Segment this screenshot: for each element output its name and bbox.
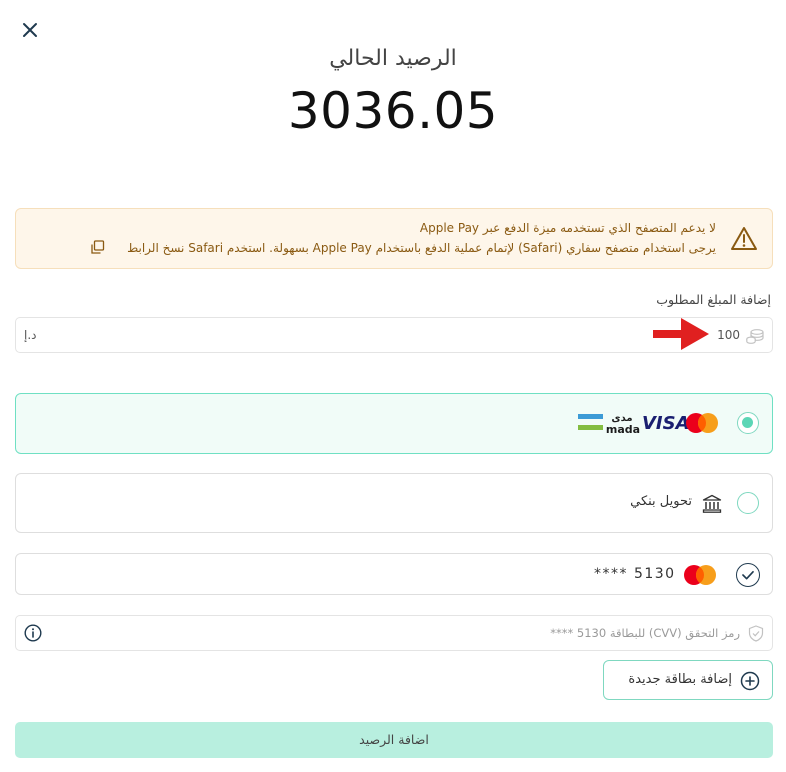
currency-label: د.إ — [24, 328, 37, 342]
bank-icon — [702, 494, 722, 513]
plus-circle-icon — [740, 671, 760, 691]
payment-option-saved-card[interactable]: **** 5130 — [15, 553, 773, 595]
mada-logo: مدى mada — [578, 413, 640, 436]
checkmark-icon[interactable] — [736, 563, 760, 587]
info-icon[interactable] — [24, 624, 42, 642]
cvv-placeholder: رمز التحقق (CVV) للبطاقة 5130 **** — [550, 626, 740, 640]
warning-line-2: يرجى استخدام متصفح سفاري (Safari) لإتمام… — [127, 241, 716, 255]
bank-transfer-radio[interactable] — [737, 492, 759, 514]
mada-en-text: mada — [606, 423, 640, 436]
payment-option-card[interactable]: مدى mada VISA — [15, 393, 773, 454]
visa-logo: VISA — [642, 413, 690, 434]
card-radio[interactable] — [737, 412, 759, 434]
warning-line-1: لا يدعم المتصفح الذي تستخدمه ميزة الدفع … — [419, 221, 716, 235]
warning-icon — [731, 227, 757, 250]
red-arrow-annotation — [653, 318, 709, 350]
amount-label: إضافة المبلغ المطلوب — [656, 292, 771, 307]
add-new-card-label: إضافة بطاقة جديدة — [628, 672, 732, 687]
add-balance-button[interactable]: اضافة الرصيد — [15, 722, 773, 758]
saved-card-number: **** 5130 — [594, 566, 676, 582]
add-balance-label: اضافة الرصيد — [359, 732, 429, 747]
add-new-card-button[interactable]: إضافة بطاقة جديدة — [603, 660, 773, 700]
close-icon[interactable] — [20, 20, 40, 40]
payment-option-bank-transfer[interactable]: تحويل بنكي — [15, 473, 773, 533]
amount-value: 100 — [717, 328, 740, 342]
bank-transfer-label: تحويل بنكي — [630, 494, 692, 509]
page-title: الرصيد الحالي — [329, 46, 457, 71]
apple-pay-warning: لا يدعم المتصفح الذي تستخدمه ميزة الدفع … — [15, 208, 773, 269]
mastercard-logo — [686, 413, 718, 433]
coins-icon — [746, 329, 764, 344]
copy-icon[interactable] — [90, 240, 105, 255]
cvv-input[interactable]: رمز التحقق (CVV) للبطاقة 5130 **** — [15, 615, 773, 651]
mastercard-logo — [684, 565, 716, 585]
shield-icon — [748, 625, 764, 642]
balance-value: 3036.05 — [287, 82, 499, 140]
